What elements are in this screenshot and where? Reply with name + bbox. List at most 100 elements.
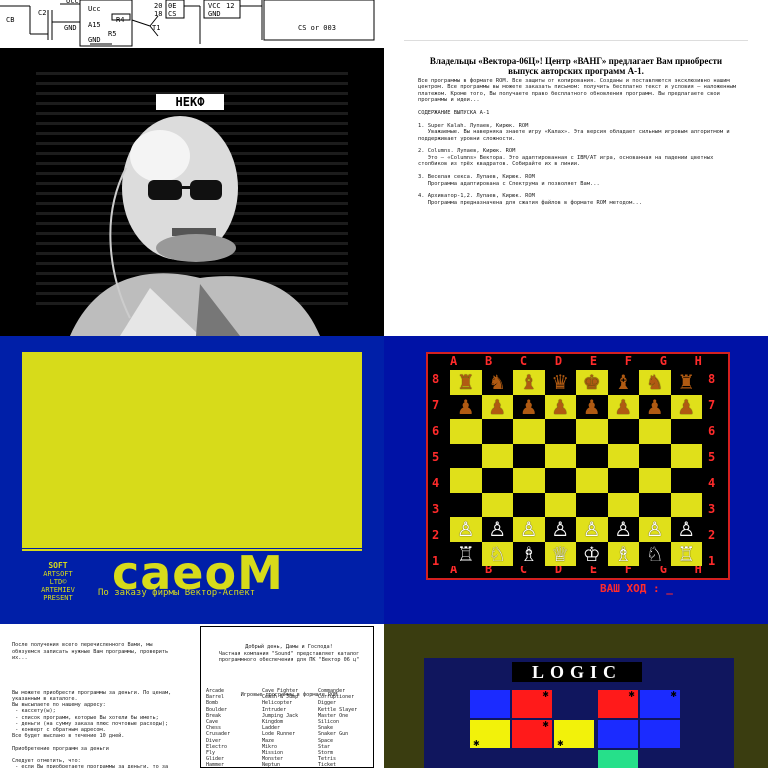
chess-square[interactable]: ♙ xyxy=(670,517,702,542)
chess-square[interactable] xyxy=(544,468,576,493)
chess-square[interactable]: ♝ xyxy=(607,370,639,395)
chess-square[interactable] xyxy=(450,443,482,468)
chess-square[interactable]: ♟ xyxy=(481,394,513,419)
chess-square[interactable] xyxy=(513,419,545,444)
chess-piece[interactable]: ♛ xyxy=(551,372,569,392)
chess-piece[interactable]: ♟ xyxy=(614,397,632,417)
chess-piece[interactable]: ♟ xyxy=(551,397,569,417)
chess-square[interactable] xyxy=(670,468,702,493)
chess-piece[interactable]: ♜ xyxy=(677,372,695,392)
chess-piece[interactable]: ♜ xyxy=(457,372,475,392)
chess-square[interactable] xyxy=(670,443,702,468)
chess-square[interactable] xyxy=(576,492,608,517)
chess-piece[interactable]: ♘ xyxy=(488,544,506,564)
chess-piece[interactable]: ♟ xyxy=(583,397,601,417)
chess-square[interactable]: ♟ xyxy=(607,394,639,419)
chess-piece[interactable]: ♚ xyxy=(583,372,601,392)
chess-square[interactable]: ♖ xyxy=(450,541,482,566)
chess-piece[interactable]: ♙ xyxy=(646,519,664,539)
chess-square[interactable] xyxy=(639,419,671,444)
chess-square[interactable]: ♛ xyxy=(544,370,576,395)
logic-cell[interactable] xyxy=(640,720,680,748)
chess-square[interactable] xyxy=(607,443,639,468)
chess-square[interactable] xyxy=(576,468,608,493)
chess-square[interactable]: ♟ xyxy=(513,394,545,419)
logic-cell[interactable] xyxy=(598,750,638,768)
chess-square[interactable] xyxy=(513,468,545,493)
chess-square[interactable]: ♙ xyxy=(576,517,608,542)
chess-square[interactable]: ♚ xyxy=(576,370,608,395)
chess-square[interactable]: ♙ xyxy=(544,517,576,542)
logic-cell[interactable]: ✱ xyxy=(554,720,594,748)
chess-square[interactable] xyxy=(544,419,576,444)
chess-square[interactable]: ♟ xyxy=(450,394,482,419)
chess-square[interactable] xyxy=(481,492,513,517)
chess-square[interactable]: ♘ xyxy=(481,541,513,566)
move-prompt[interactable]: ВАШ ХОД : _ xyxy=(600,582,673,595)
chess-piece[interactable]: ♙ xyxy=(488,519,506,539)
chess-piece[interactable]: ♞ xyxy=(646,372,664,392)
chess-square[interactable] xyxy=(481,443,513,468)
chess-square[interactable]: ♟ xyxy=(576,394,608,419)
chess-square[interactable]: ♕ xyxy=(544,541,576,566)
chess-piece[interactable]: ♝ xyxy=(614,372,632,392)
chess-square[interactable]: ♗ xyxy=(513,541,545,566)
chess-piece[interactable]: ♟ xyxy=(646,397,664,417)
chess-square[interactable]: ♖ xyxy=(670,541,702,566)
chess-piece[interactable]: ♟ xyxy=(457,397,475,417)
logic-cell[interactable]: ✱ xyxy=(512,690,552,718)
chess-square[interactable]: ♜ xyxy=(450,370,482,395)
chess-square[interactable] xyxy=(639,468,671,493)
chess-square[interactable]: ♙ xyxy=(481,517,513,542)
chess-board[interactable]: ♜ ♞ ♝ ♛ ♚ ♝ ♞ ♜ ♟ ♟ ♟ ♟ ♟ ♟ ♟ ♟ ♙ ♙ ♙ ♙ ♙ ♙ ♙ ♙ ♖ ♘ ♗ ♕ ♔ ♗ ♘ ♖ xyxy=(450,370,702,566)
chess-piece[interactable]: ♖ xyxy=(457,544,475,564)
chess-square[interactable] xyxy=(481,419,513,444)
chess-piece[interactable]: ♟ xyxy=(488,397,506,417)
chess-piece[interactable]: ♟ xyxy=(520,397,538,417)
chess-square[interactable] xyxy=(639,443,671,468)
chess-square[interactable]: ♝ xyxy=(513,370,545,395)
chess-piece[interactable]: ♟ xyxy=(677,397,695,417)
chess-piece[interactable]: ♗ xyxy=(614,544,632,564)
chess-square[interactable] xyxy=(450,492,482,517)
chess-square[interactable]: ♗ xyxy=(607,541,639,566)
chess-square[interactable] xyxy=(670,419,702,444)
chess-square[interactable]: ♙ xyxy=(607,517,639,542)
chess-piece[interactable]: ♗ xyxy=(520,544,538,564)
chess-square[interactable] xyxy=(576,419,608,444)
chess-square[interactable]: ♞ xyxy=(481,370,513,395)
chess-piece[interactable]: ♙ xyxy=(520,519,538,539)
chess-square[interactable] xyxy=(544,443,576,468)
chess-square[interactable] xyxy=(513,443,545,468)
chess-square[interactable]: ♘ xyxy=(639,541,671,566)
chess-piece[interactable]: ♙ xyxy=(614,519,632,539)
chess-piece[interactable]: ♖ xyxy=(677,544,695,564)
logic-cell[interactable]: ✱ xyxy=(470,720,510,748)
chess-square[interactable]: ♙ xyxy=(639,517,671,542)
logic-cell[interactable]: ✱ xyxy=(598,690,638,718)
chess-piece[interactable]: ♙ xyxy=(677,519,695,539)
chess-square[interactable]: ♟ xyxy=(639,394,671,419)
chess-square[interactable] xyxy=(670,492,702,517)
chess-square[interactable]: ♙ xyxy=(450,517,482,542)
chess-square[interactable]: ♞ xyxy=(639,370,671,395)
chess-piece[interactable]: ♝ xyxy=(520,372,538,392)
logic-cell[interactable]: ✱ xyxy=(640,690,680,718)
chess-piece[interactable]: ♙ xyxy=(551,519,569,539)
chess-piece[interactable]: ♙ xyxy=(583,519,601,539)
chess-square[interactable] xyxy=(639,492,671,517)
chess-square[interactable]: ♙ xyxy=(513,517,545,542)
chess-square[interactable] xyxy=(450,468,482,493)
chess-square[interactable] xyxy=(513,492,545,517)
chess-square[interactable]: ♔ xyxy=(576,541,608,566)
chess-square[interactable] xyxy=(607,419,639,444)
logic-cell[interactable] xyxy=(470,690,510,718)
logic-cell[interactable] xyxy=(598,720,638,748)
chess-piece[interactable]: ♞ xyxy=(488,372,506,392)
chess-square[interactable] xyxy=(607,468,639,493)
chess-piece[interactable]: ♔ xyxy=(583,544,601,564)
chess-square[interactable]: ♟ xyxy=(670,394,702,419)
chess-piece[interactable]: ♕ xyxy=(551,544,569,564)
chess-square[interactable] xyxy=(450,419,482,444)
chess-square[interactable]: ♜ xyxy=(670,370,702,395)
